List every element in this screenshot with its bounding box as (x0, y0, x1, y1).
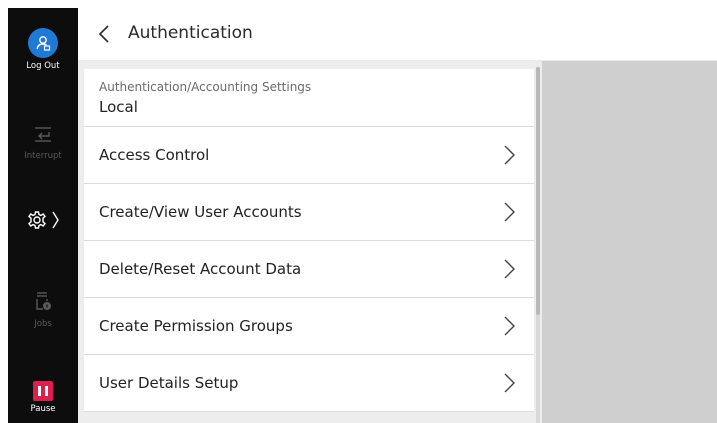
pause-button[interactable]: Pause (8, 381, 78, 414)
list-item-label: Access Control (99, 146, 210, 164)
list-item-delete-reset-account-data[interactable]: Delete/Reset Account Data (84, 241, 534, 298)
chevron-right-icon (504, 373, 515, 393)
logout-button[interactable]: Log Out (8, 28, 78, 71)
list-item-label: User Details Setup (99, 374, 239, 392)
list-item-user-details-setup[interactable]: User Details Setup (84, 355, 534, 412)
chevron-right-icon (504, 145, 515, 165)
scrollbar[interactable] (536, 67, 540, 423)
jobs-button[interactable]: Jobs (8, 290, 78, 329)
logout-label: Log Out (26, 61, 60, 71)
interrupt-icon (35, 127, 51, 142)
left-sidebar: Log Out Interrupt Jobs Pause (8, 8, 78, 423)
scrollbar-thumb[interactable] (536, 67, 540, 315)
page-title: Authentication (128, 23, 253, 43)
list-item-access-control[interactable]: Access Control (84, 127, 534, 184)
list-item-create-permission-groups[interactable]: Create Permission Groups (84, 298, 534, 355)
list-item-label: Delete/Reset Account Data (99, 260, 302, 278)
header-bar: Authentication (78, 8, 717, 61)
right-empty-pane (542, 61, 717, 423)
chevron-right-icon (504, 316, 515, 336)
content-area: Authentication/Accounting Settings Local… (78, 61, 717, 423)
interrupt-label: Interrupt (24, 151, 62, 161)
jobs-label: Jobs (34, 319, 52, 329)
pause-label: Pause (30, 404, 56, 414)
list-item-create-view-user-accounts[interactable]: Create/View User Accounts (84, 184, 534, 241)
interrupt-button[interactable]: Interrupt (8, 126, 78, 161)
chevron-left-icon (98, 25, 109, 43)
summary-label: Authentication/Accounting Settings (99, 79, 312, 94)
pause-icon (33, 381, 53, 401)
user-logout-icon (28, 28, 58, 58)
jobs-icon (36, 292, 51, 310)
auth-settings-summary[interactable]: Authentication/Accounting Settings Local (84, 69, 534, 127)
settings-list: Authentication/Accounting Settings Local… (84, 69, 534, 412)
chevron-right-icon (504, 202, 515, 222)
chevron-right-icon (504, 259, 515, 279)
list-item-label: Create/View User Accounts (99, 203, 302, 221)
list-item-label: Create Permission Groups (99, 317, 293, 335)
summary-value: Local (99, 97, 138, 116)
gear-icon (28, 211, 59, 229)
back-button[interactable] (90, 20, 118, 48)
settings-button[interactable] (8, 208, 78, 236)
